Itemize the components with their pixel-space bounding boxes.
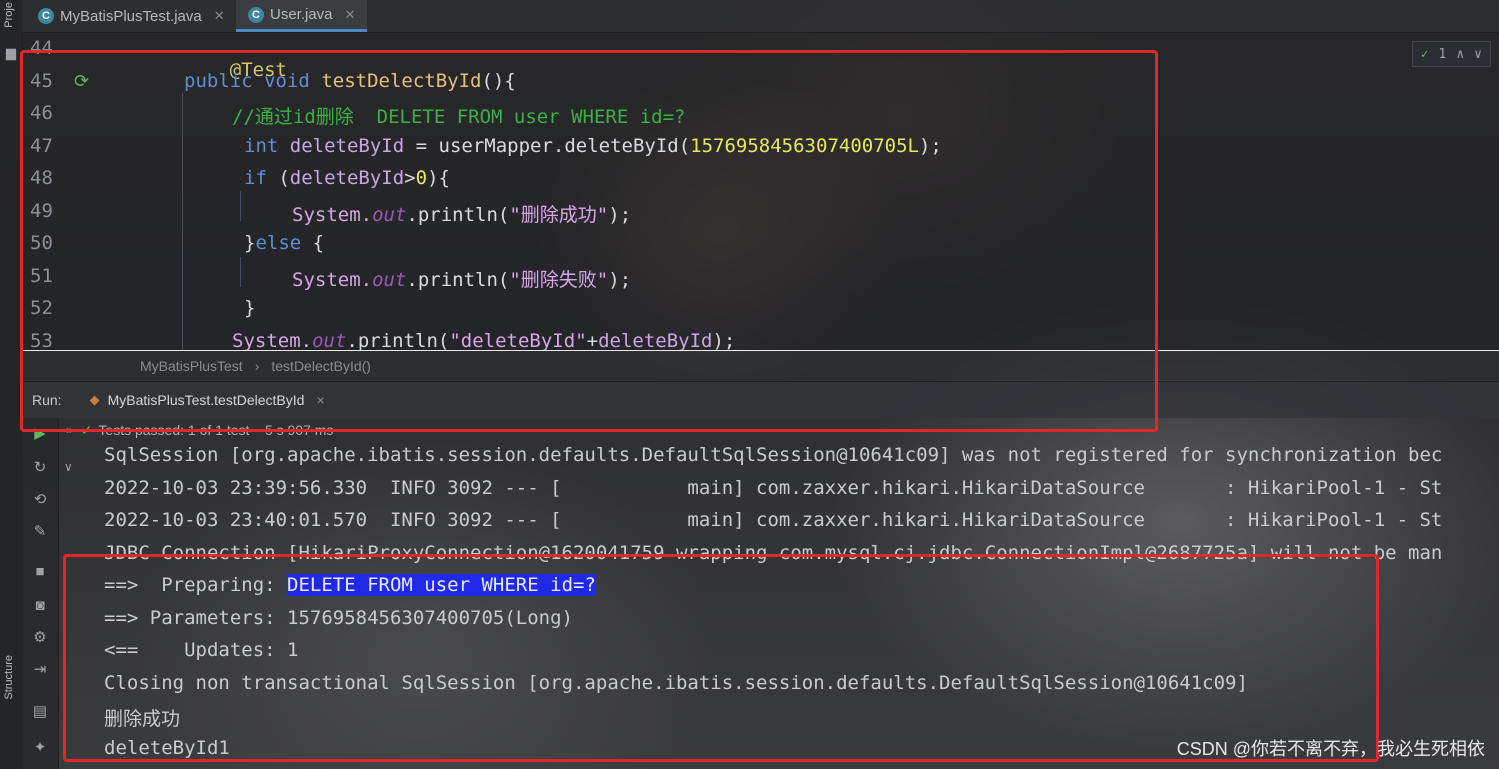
project-tool-label[interactable]: Proje <box>3 2 15 28</box>
console-line: 2022-10-03 23:40:01.570 INFO 3092 --- [ … <box>104 509 1443 531</box>
chevron-up-icon[interactable]: ∧ <box>1456 47 1464 62</box>
java-class-icon: C <box>248 6 264 23</box>
console-line: SqlSession [org.apache.ibatis.session.de… <box>104 444 1443 466</box>
tab-label: MyBatisPlusTest.java <box>60 7 202 25</box>
folder-icon[interactable]: ▆ <box>4 46 18 60</box>
rerun-failed-icon[interactable]: ↻ <box>32 460 48 476</box>
close-icon[interactable]: ✕ <box>214 8 225 24</box>
tab-user[interactable]: C User.java ✕ <box>236 0 368 32</box>
inspection-count: 1 <box>1438 46 1447 62</box>
toggle-auto-test-icon[interactable]: ⟲ <box>32 492 48 508</box>
inspection-widget[interactable]: ✓ 1 ∧ ∨ <box>1411 41 1491 67</box>
tab-mybatisplustest[interactable]: C MyBatisPlusTest.java ✕ <box>26 0 237 32</box>
console-line: 2022-10-03 23:39:56.330 INFO 3092 --- [ … <box>104 477 1443 499</box>
structure-tool-label[interactable]: Structure <box>3 655 15 700</box>
layout-icon[interactable]: ▤ <box>32 704 48 720</box>
close-icon[interactable]: ✕ <box>345 7 356 23</box>
java-class-icon: C <box>38 8 54 24</box>
tab-label: User.java <box>270 6 333 23</box>
settings-icon[interactable]: ⚙ <box>32 630 48 646</box>
camera-icon[interactable]: ◙ <box>32 598 48 614</box>
check-icon: ✓ <box>1420 46 1429 62</box>
wrench-icon[interactable]: ✎ <box>32 524 48 540</box>
watermark: CSDN @你若不离不弃，我必生死相依 <box>1176 739 1485 759</box>
collapse-chevron-icon[interactable]: ∨ <box>64 460 73 474</box>
stop-icon[interactable]: ■ <box>32 564 48 580</box>
annotation-box-console <box>63 554 1379 762</box>
run-tool-strip: ▶ ↻ ⟲ ✎ ■ ◙ ⚙ ⇥ ▤ ✦ <box>22 418 59 769</box>
exit-icon[interactable]: ⇥ <box>32 662 48 678</box>
chevron-down-icon[interactable]: ∨ <box>1474 47 1482 62</box>
editor-tab-bar: C MyBatisPlusTest.java ✕ C User.java ✕ <box>22 0 1499 33</box>
pin-icon[interactable]: ✦ <box>32 740 48 756</box>
annotation-box-code <box>20 50 1158 432</box>
